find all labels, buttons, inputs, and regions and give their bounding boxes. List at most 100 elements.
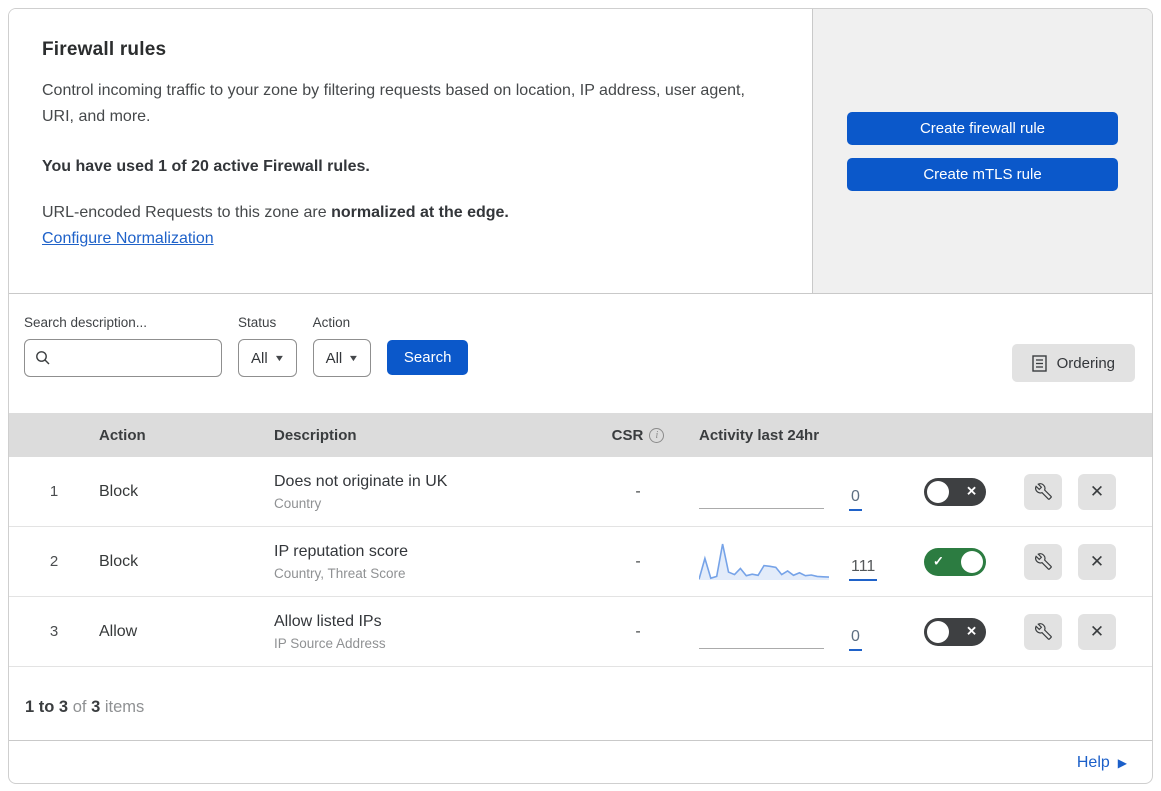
rule-fields: IP Source Address	[274, 635, 386, 651]
pagination-summary: 1 to 3 of 3 items	[9, 667, 1152, 740]
page-title: Firewall rules	[42, 39, 167, 60]
table-header-row: Action Description CSR i Activity last 2…	[9, 413, 1152, 457]
activity-count-link[interactable]: 0	[849, 628, 862, 651]
rule-action: Block	[99, 482, 139, 500]
normalization-prefix: URL-encoded Requests to this zone are	[42, 204, 332, 221]
firewall-rules-page: Firewall rules Control incoming traffic …	[0, 0, 1161, 791]
toggle-knob	[927, 620, 949, 643]
status-dropdown-value: All	[251, 349, 268, 367]
rule-description-cell: IP reputation score Country, Threat Scor…	[274, 543, 592, 581]
arrow-right-icon: ▶	[1117, 756, 1127, 770]
action-dropdown-value: All	[325, 349, 343, 367]
rule-priority: 1	[49, 483, 59, 500]
activity-sparkline-empty	[699, 471, 829, 513]
usage-text: You have used 1 of 20 active Firewall ru…	[42, 158, 370, 175]
toggle-off-icon: ✕	[966, 623, 977, 639]
normalization-bold: normalized at the edge.	[331, 204, 509, 221]
table-row: 1 Block Does not originate in UK Country…	[9, 457, 1152, 527]
status-field: Status All ▼	[238, 315, 297, 377]
rule-enabled-toggle[interactable]: ✕	[924, 617, 986, 646]
items-label: items	[104, 698, 145, 716]
rule-csr: -	[635, 622, 641, 640]
search-input[interactable]	[59, 350, 211, 366]
ordering-icon	[1031, 354, 1047, 372]
rule-description-cell: Does not originate in UK Country	[274, 473, 592, 511]
rule-action: Allow	[99, 622, 138, 640]
toggle-knob	[961, 550, 983, 573]
rule-priority: 3	[49, 623, 59, 640]
wrench-icon	[1034, 483, 1052, 500]
ordering-button[interactable]: Ordering	[1011, 344, 1135, 382]
activity-count-link[interactable]: 111	[849, 558, 878, 581]
close-icon: ✕	[1089, 481, 1105, 501]
rule-activity-cell: 0	[684, 471, 924, 513]
info-icon[interactable]: i	[649, 427, 665, 443]
search-field: Search description...	[24, 315, 222, 377]
rule-description-cell: Allow listed IPs IP Source Address	[274, 613, 592, 651]
help-link-label: Help	[1076, 754, 1110, 771]
wrench-icon	[1034, 553, 1052, 570]
delete-cell: ✕	[1078, 543, 1152, 580]
rule-activity-cell: 111	[684, 541, 924, 583]
edit-rule-button[interactable]	[1024, 613, 1062, 650]
items-range: 1 to 3	[25, 698, 69, 716]
delete-rule-button[interactable]: ✕	[1078, 473, 1116, 510]
search-box[interactable]	[24, 339, 222, 377]
rule-enabled-toggle[interactable]: ✕	[924, 477, 986, 506]
edit-rule-button[interactable]	[1024, 543, 1062, 580]
toggle-off-icon: ✕	[966, 483, 977, 499]
edit-cell	[1024, 473, 1078, 510]
activity-sparkline	[698, 541, 830, 583]
normalization-text: URL-encoded Requests to this zone are no…	[42, 204, 772, 222]
table-row: 3 Allow Allow listed IPs IP Source Addre…	[9, 597, 1152, 667]
csr-header-label: CSR	[611, 426, 644, 444]
rule-csr: -	[635, 482, 641, 500]
configure-normalization-link[interactable]: Configure Normalization	[42, 230, 214, 247]
edit-rule-button[interactable]	[1024, 473, 1062, 510]
status-label: Status	[238, 315, 277, 330]
column-header-description: Description	[274, 426, 357, 444]
delete-rule-button[interactable]: ✕	[1078, 543, 1116, 580]
help-footer: Help ▶	[9, 740, 1152, 783]
action-dropdown[interactable]: All ▼	[312, 339, 372, 377]
rule-csr: -	[635, 552, 641, 570]
help-link[interactable]: Help ▶	[1077, 754, 1127, 772]
rule-activity-cell: 0	[684, 611, 924, 653]
create-firewall-rule-button[interactable]: Create firewall rule	[847, 111, 1118, 145]
action-field: Action All ▼	[312, 315, 372, 377]
rule-priority: 2	[49, 553, 59, 570]
top-section: Firewall rules Control incoming traffic …	[9, 9, 1152, 294]
close-icon: ✕	[1089, 621, 1105, 641]
chevron-down-icon: ▼	[273, 353, 285, 363]
table-row: 2 Block IP reputation score Country, Thr…	[9, 527, 1152, 597]
filter-controls: Search description... Status All ▼ Actio…	[24, 315, 469, 377]
firewall-rules-card: Firewall rules Control incoming traffic …	[8, 8, 1153, 784]
filter-bar: Search description... Status All ▼ Actio…	[9, 294, 1152, 413]
column-header-csr: CSR i	[592, 427, 684, 444]
action-label: Action	[312, 315, 351, 330]
delete-rule-button[interactable]: ✕	[1078, 613, 1116, 650]
page-description: Control incoming traffic to your zone by…	[42, 82, 745, 125]
rule-fields: Country, Threat Score	[274, 565, 406, 581]
items-total: 3	[91, 698, 101, 716]
toggle-knob	[927, 480, 949, 503]
rules-table: Action Description CSR i Activity last 2…	[9, 413, 1152, 667]
status-dropdown[interactable]: All ▼	[238, 339, 297, 377]
chevron-down-icon: ▼	[347, 353, 360, 363]
of-label: of	[72, 698, 87, 716]
close-icon: ✕	[1089, 551, 1105, 571]
toggle-cell: ✓	[924, 547, 1024, 576]
delete-cell: ✕	[1078, 473, 1152, 510]
activity-sparkline-empty	[699, 611, 829, 653]
rule-enabled-toggle[interactable]: ✓	[924, 547, 986, 576]
edit-cell	[1024, 613, 1078, 650]
edit-cell	[1024, 543, 1078, 580]
column-header-activity: Activity last 24hr	[699, 426, 820, 444]
search-icon	[35, 350, 51, 366]
create-mtls-rule-button[interactable]: Create mTLS rule	[847, 157, 1118, 191]
search-button[interactable]: Search	[387, 340, 469, 375]
rule-action: Block	[99, 552, 139, 570]
wrench-icon	[1034, 623, 1052, 640]
rule-description: IP reputation score	[274, 542, 409, 560]
activity-count-link[interactable]: 0	[849, 488, 862, 511]
